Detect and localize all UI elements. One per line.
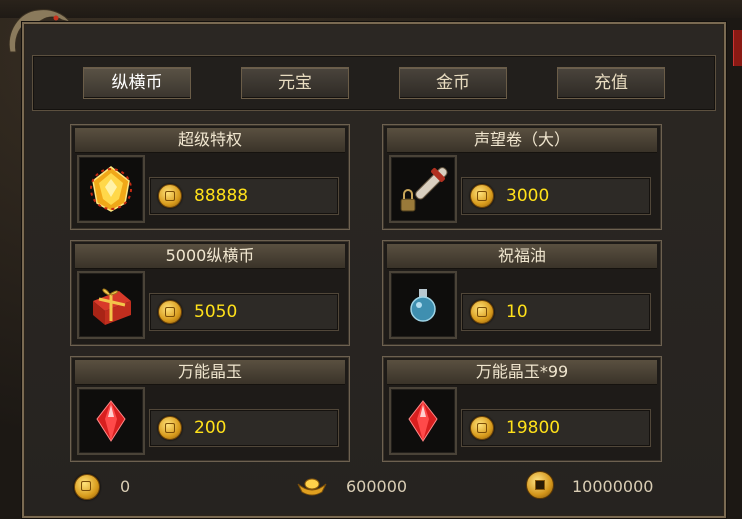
gift-box-icon <box>93 288 131 325</box>
tab-gold-coin[interactable]: 金币 <box>399 67 507 99</box>
item-price: 200 <box>194 418 227 438</box>
top-strip <box>0 0 742 18</box>
tab-recharge[interactable]: 充值 <box>557 67 665 99</box>
zongheng-coin-icon <box>470 416 494 440</box>
item-slot[interactable] <box>77 155 145 223</box>
item-name: 声望卷（大） <box>387 128 657 153</box>
zongheng-coin-icon <box>158 184 182 208</box>
shop-item-card[interactable]: 声望卷（大） 3000 <box>382 124 662 230</box>
item-slot[interactable] <box>77 271 145 339</box>
price-bar: 10 <box>461 293 651 331</box>
item-name: 5000纵横币 <box>75 244 345 269</box>
price-bar: 88888 <box>149 177 339 215</box>
yuanbao-ingot-icon <box>297 478 327 496</box>
shop-item-card[interactable]: 万能晶玉 200 <box>70 356 350 462</box>
scroll-icon <box>400 167 448 212</box>
shop-item-card[interactable]: 超级特权 88888 <box>70 124 350 230</box>
item-price: 3000 <box>506 186 550 206</box>
shop-item-card[interactable]: 祝福油 10 <box>382 240 662 346</box>
price-bar: 5050 <box>149 293 339 331</box>
yuanbao-balance: 600000 <box>346 477 408 496</box>
red-crystal-icon <box>408 400 438 442</box>
item-price: 10 <box>506 302 528 322</box>
item-slot[interactable] <box>77 387 145 455</box>
gold-coin-icon <box>526 471 554 499</box>
price-bar: 19800 <box>461 409 651 447</box>
price-bar: 200 <box>149 409 339 447</box>
zongheng-balance: 0 <box>120 477 131 496</box>
side-red-tab[interactable] <box>733 30 742 66</box>
zongheng-coin-icon <box>470 184 494 208</box>
item-name: 超级特权 <box>75 128 345 153</box>
price-bar: 3000 <box>461 177 651 215</box>
gold-balance: 10000000 <box>572 477 654 496</box>
zongheng-coin-icon <box>470 300 494 324</box>
zongheng-coin-icon <box>158 300 182 324</box>
tab-yuanbao[interactable]: 元宝 <box>241 67 349 99</box>
item-name: 万能晶玉*99 <box>387 360 657 385</box>
shop-item-card[interactable]: 万能晶玉*99 19800 <box>382 356 662 462</box>
zongheng-coin-icon <box>158 416 182 440</box>
item-slot[interactable] <box>389 155 457 223</box>
item-price: 88888 <box>194 186 249 206</box>
red-crystal-icon <box>96 400 126 442</box>
potion-bottle-icon <box>410 289 436 322</box>
item-name: 祝福油 <box>387 244 657 269</box>
tab-zongheng-coin[interactable]: 纵横币 <box>83 67 191 99</box>
zongheng-coin-icon <box>74 474 100 500</box>
gold-gem-icon <box>90 166 132 212</box>
item-name: 万能晶玉 <box>75 360 345 385</box>
shop-item-card[interactable]: 5000纵横币 5050 <box>70 240 350 346</box>
item-slot[interactable] <box>389 387 457 455</box>
item-price: 19800 <box>506 418 561 438</box>
currency-tab-bar: 纵横币 元宝 金币 充值 <box>32 55 716 111</box>
item-price: 5050 <box>194 302 238 322</box>
item-slot[interactable] <box>389 271 457 339</box>
